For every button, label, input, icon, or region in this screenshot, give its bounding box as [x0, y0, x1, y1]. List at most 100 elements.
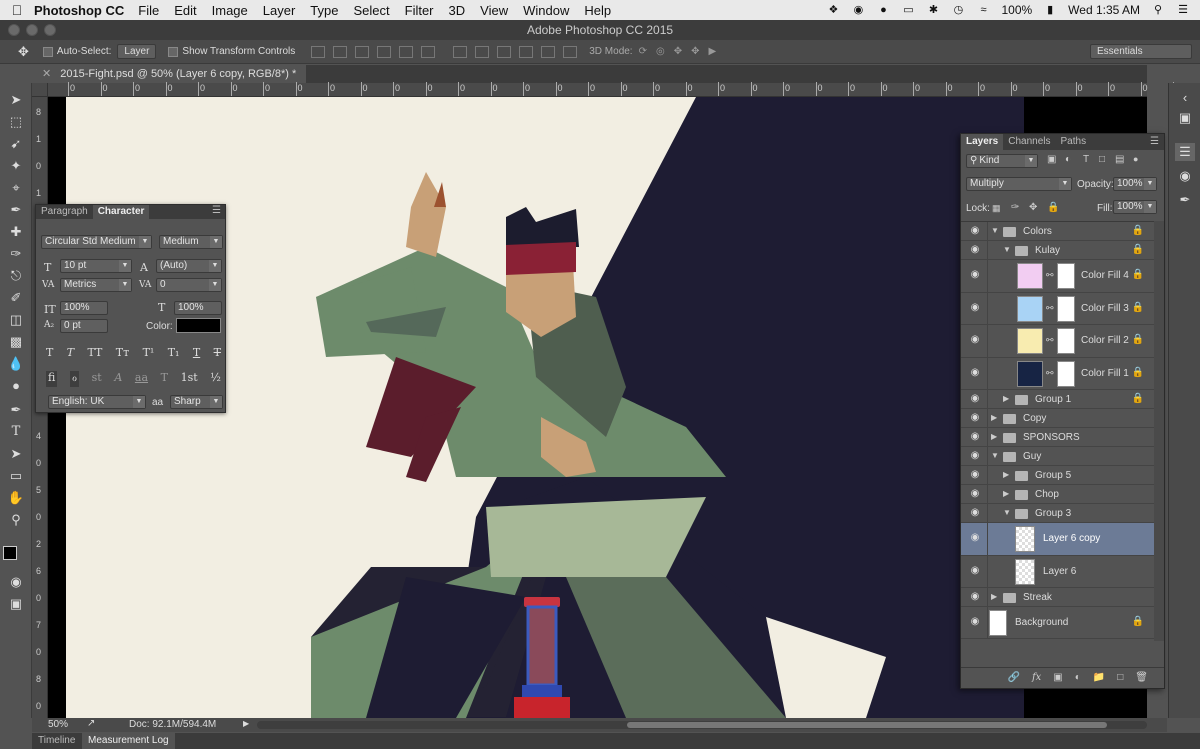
align-left-icon[interactable]	[377, 45, 392, 58]
channels-panel-icon[interactable]: ◉	[1175, 167, 1195, 185]
stamp-tool[interactable]: ⎋	[6, 267, 26, 285]
menu-window[interactable]: Window	[523, 3, 569, 18]
minimize-window-icon[interactable]	[26, 24, 38, 36]
horizontal-ruler[interactable]: 00000000000000000000000000000000000	[48, 82, 1180, 97]
eraser-tool[interactable]: ◫	[6, 311, 26, 329]
filter-kind-dropdown[interactable]: ⚲ Kind ▼	[966, 154, 1038, 168]
time-machine-icon[interactable]: ◷	[951, 4, 965, 16]
foreground-color-swatch[interactable]	[3, 546, 17, 560]
filter-type-icon[interactable]: T	[1083, 154, 1089, 165]
fill-color-thumbnail[interactable]	[1017, 263, 1043, 289]
menu-help[interactable]: Help	[584, 3, 611, 18]
small-caps-button[interactable]: Tт	[116, 346, 129, 360]
horizontal-scroll-thumb[interactable]	[627, 722, 1107, 728]
lasso-tool[interactable]: ➹	[6, 135, 26, 153]
layer-row[interactable]: ◉ ▶ Copy	[961, 409, 1154, 428]
menu-image[interactable]: Image	[212, 3, 248, 18]
layer-row[interactable]: ◉ Background 🔒	[961, 607, 1154, 639]
strikethrough-button[interactable]: T	[214, 346, 221, 360]
move-tool-icon[interactable]: ✥	[18, 44, 29, 60]
move-tool[interactable]: ➤	[6, 91, 26, 109]
filter-kind-arrow-icon[interactable]: ▼	[1025, 155, 1037, 167]
add-mask-icon[interactable]: ▣	[1053, 672, 1062, 683]
panel-menu-icon[interactable]: ☰	[212, 205, 225, 219]
background-thumbnail[interactable]	[989, 610, 1007, 636]
expand-arrow-icon[interactable]: ▶	[991, 432, 997, 441]
distribute-top-icon[interactable]	[453, 45, 468, 58]
3d-slide-icon[interactable]: ✥	[691, 46, 699, 57]
font-size-field[interactable]: 10 pt ▼	[60, 259, 132, 273]
new-group-icon[interactable]: 📁	[1093, 672, 1105, 683]
fx-icon[interactable]: fx	[1032, 672, 1041, 683]
subscript-button[interactable]: T₁	[168, 346, 180, 360]
opacity-arrow-icon[interactable]: ▼	[1144, 178, 1156, 190]
stylistic-alternates-button[interactable]: aa	[135, 371, 148, 387]
blend-mode-dropdown[interactable]: Multiply ▼	[966, 177, 1072, 191]
ghost-icon[interactable]: ●	[876, 4, 890, 16]
chain-link-icon[interactable]: ⚯	[1046, 303, 1054, 314]
crop-tool[interactable]: ⌖	[6, 179, 26, 197]
visibility-eye-icon[interactable]: ◉	[968, 469, 982, 480]
marquee-tool[interactable]: ⬚	[6, 113, 26, 131]
close-tab-icon[interactable]: ✕	[42, 68, 51, 80]
vertical-scale-field[interactable]: 100%	[60, 301, 108, 315]
hand-tool[interactable]: ✋	[6, 489, 26, 507]
menu-edit[interactable]: Edit	[174, 3, 196, 18]
align-vcenter-icon[interactable]	[333, 45, 348, 58]
magic-wand-tool[interactable]: ✦	[6, 157, 26, 175]
history-panel-icon[interactable]: ▣	[1175, 109, 1195, 127]
gradient-tool[interactable]: ▩	[6, 333, 26, 351]
expand-arrow-icon[interactable]: ▶	[991, 413, 997, 422]
visibility-eye-icon[interactable]: ◉	[968, 431, 982, 442]
layer-row[interactable]: ◉ ⚯ Color Fill 4 🔒	[961, 260, 1154, 293]
adjustment-layer-icon[interactable]: ◐	[1075, 672, 1081, 683]
collapse-arrow-icon[interactable]: ▼	[991, 451, 999, 460]
tab-character[interactable]: Character	[92, 205, 150, 219]
visibility-eye-icon[interactable]: ◉	[968, 334, 982, 345]
fill-arrow-icon[interactable]: ▼	[1144, 201, 1156, 213]
distribute-hcenter-icon[interactable]	[541, 45, 556, 58]
distribute-left-icon[interactable]	[519, 45, 534, 58]
layer-mask-thumbnail[interactable]	[1057, 295, 1075, 322]
visibility-eye-icon[interactable]: ◉	[968, 302, 982, 313]
tab-layers[interactable]: Layers	[961, 134, 1004, 150]
tab-timeline[interactable]: Timeline	[32, 733, 81, 749]
underline-button[interactable]: T	[193, 346, 200, 360]
paths-panel-icon[interactable]: ✒	[1175, 191, 1195, 209]
layer-row[interactable]: ◉ ▶ Group 5	[961, 466, 1154, 485]
layer-row[interactable]: ◉ ▼ Guy	[961, 447, 1154, 466]
quick-mask-icon[interactable]: ◉	[6, 573, 26, 591]
distribute-vcenter-icon[interactable]	[475, 45, 490, 58]
expand-arrow-icon[interactable]: ▶	[991, 592, 997, 601]
layer-row[interactable]: ◉ ⚯ Color Fill 1 🔒	[961, 357, 1154, 390]
bluetooth-icon[interactable]: ✱	[926, 4, 940, 16]
language-field[interactable]: English: UK ▼	[48, 395, 146, 409]
chain-link-icon[interactable]: ⚯	[1046, 335, 1054, 346]
menu-filter[interactable]: Filter	[405, 3, 434, 18]
visibility-eye-icon[interactable]: ◉	[968, 367, 982, 378]
lock-all-icon[interactable]: 🔒	[1047, 202, 1059, 213]
blur-tool[interactable]: 💧	[6, 355, 26, 373]
font-family-arrow-icon[interactable]: ▼	[139, 236, 151, 248]
font-style-field[interactable]: Medium ▼	[159, 235, 223, 249]
close-window-icon[interactable]	[8, 24, 20, 36]
faux-italic-button[interactable]: T	[67, 346, 74, 360]
layer-row[interactable]: ◉ ▶ Streak	[961, 588, 1154, 607]
lock-transparency-icon[interactable]: ▦	[992, 203, 1001, 214]
battery-icon[interactable]: ▮	[1043, 4, 1057, 16]
font-family-field[interactable]: Circular Std Medium ▼	[41, 235, 152, 249]
menu-view[interactable]: View	[480, 3, 508, 18]
link-layers-icon[interactable]: 🔗	[1008, 672, 1020, 683]
antialias-arrow-icon[interactable]: ▼	[210, 396, 222, 408]
discretionary-ligatures-button[interactable]: ℴ	[69, 371, 80, 387]
opacity-field[interactable]: 100% ▼	[1113, 177, 1157, 191]
menu-app-name[interactable]: Photoshop CC	[34, 3, 124, 18]
chain-link-icon[interactable]: ⚯	[1046, 270, 1054, 281]
leading-arrow-icon[interactable]: ▼	[209, 260, 221, 272]
leading-field[interactable]: (Auto) ▼	[156, 259, 222, 273]
layer-row[interactable]: ◉ ▼ Colors 🔒	[961, 222, 1154, 241]
lock-pixels-icon[interactable]: ✑	[1011, 202, 1019, 213]
visibility-eye-icon[interactable]: ◉	[968, 616, 982, 627]
layers-scrollbar[interactable]	[1154, 221, 1164, 641]
history-brush-tool[interactable]: ✐	[6, 289, 26, 307]
